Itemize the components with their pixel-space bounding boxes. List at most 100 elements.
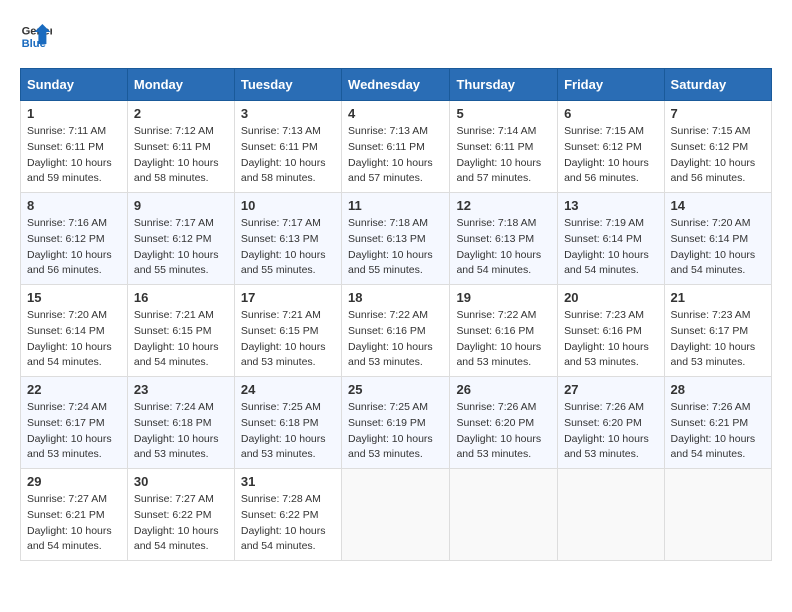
sunset-label: Sunset: 6:14 PM [564,233,642,245]
calendar-cell: 4 Sunrise: 7:13 AM Sunset: 6:11 PM Dayli… [342,101,450,193]
day-number: 14 [671,198,765,213]
daylight-label: Daylight: 10 hours and 54 minutes. [27,525,112,553]
day-number: 15 [27,290,121,305]
sunset-label: Sunset: 6:13 PM [241,233,319,245]
weekday-header: Friday [558,69,664,101]
calendar-cell: 13 Sunrise: 7:19 AM Sunset: 6:14 PM Dayl… [558,193,664,285]
sunrise-label: Sunrise: 7:13 AM [348,125,428,137]
daylight-label: Daylight: 10 hours and 54 minutes. [564,249,649,277]
day-info: Sunrise: 7:24 AM Sunset: 6:18 PM Dayligh… [134,400,228,463]
sunrise-label: Sunrise: 7:26 AM [564,401,644,413]
calendar-cell: 28 Sunrise: 7:26 AM Sunset: 6:21 PM Dayl… [664,377,771,469]
daylight-label: Daylight: 10 hours and 53 minutes. [27,433,112,461]
sunset-label: Sunset: 6:12 PM [564,141,642,153]
day-number: 9 [134,198,228,213]
daylight-label: Daylight: 10 hours and 53 minutes. [671,341,756,369]
day-number: 7 [671,106,765,121]
sunrise-label: Sunrise: 7:22 AM [456,309,536,321]
sunset-label: Sunset: 6:12 PM [27,233,105,245]
sunset-label: Sunset: 6:17 PM [27,417,105,429]
day-number: 19 [456,290,551,305]
calendar-cell: 29 Sunrise: 7:27 AM Sunset: 6:21 PM Dayl… [21,469,128,561]
sunrise-label: Sunrise: 7:17 AM [241,217,321,229]
day-info: Sunrise: 7:17 AM Sunset: 6:13 PM Dayligh… [241,216,335,279]
day-number: 3 [241,106,335,121]
calendar-cell: 24 Sunrise: 7:25 AM Sunset: 6:18 PM Dayl… [234,377,341,469]
daylight-label: Daylight: 10 hours and 54 minutes. [671,249,756,277]
sunset-label: Sunset: 6:16 PM [348,325,426,337]
weekday-header: Thursday [450,69,558,101]
day-number: 30 [134,474,228,489]
sunset-label: Sunset: 6:11 PM [27,141,104,153]
daylight-label: Daylight: 10 hours and 55 minutes. [348,249,433,277]
sunset-label: Sunset: 6:15 PM [134,325,212,337]
day-number: 12 [456,198,551,213]
sunset-label: Sunset: 6:14 PM [671,233,749,245]
calendar-week-row: 22 Sunrise: 7:24 AM Sunset: 6:17 PM Dayl… [21,377,772,469]
sunrise-label: Sunrise: 7:25 AM [348,401,428,413]
day-number: 17 [241,290,335,305]
sunset-label: Sunset: 6:20 PM [456,417,534,429]
day-info: Sunrise: 7:26 AM Sunset: 6:20 PM Dayligh… [564,400,657,463]
day-number: 10 [241,198,335,213]
day-number: 5 [456,106,551,121]
day-number: 20 [564,290,657,305]
sunrise-label: Sunrise: 7:21 AM [134,309,214,321]
day-info: Sunrise: 7:16 AM Sunset: 6:12 PM Dayligh… [27,216,121,279]
daylight-label: Daylight: 10 hours and 53 minutes. [241,341,326,369]
sunset-label: Sunset: 6:18 PM [241,417,319,429]
day-number: 21 [671,290,765,305]
calendar-cell: 18 Sunrise: 7:22 AM Sunset: 6:16 PM Dayl… [342,285,450,377]
sunset-label: Sunset: 6:11 PM [134,141,211,153]
day-info: Sunrise: 7:13 AM Sunset: 6:11 PM Dayligh… [348,124,443,187]
day-number: 6 [564,106,657,121]
calendar-cell: 31 Sunrise: 7:28 AM Sunset: 6:22 PM Dayl… [234,469,341,561]
calendar-cell: 3 Sunrise: 7:13 AM Sunset: 6:11 PM Dayli… [234,101,341,193]
calendar-table: SundayMondayTuesdayWednesdayThursdayFrid… [20,68,772,561]
day-number: 18 [348,290,443,305]
daylight-label: Daylight: 10 hours and 54 minutes. [134,341,219,369]
sunset-label: Sunset: 6:12 PM [671,141,749,153]
day-info: Sunrise: 7:23 AM Sunset: 6:16 PM Dayligh… [564,308,657,371]
daylight-label: Daylight: 10 hours and 53 minutes. [241,433,326,461]
calendar-cell: 21 Sunrise: 7:23 AM Sunset: 6:17 PM Dayl… [664,285,771,377]
day-number: 28 [671,382,765,397]
sunrise-label: Sunrise: 7:11 AM [27,125,106,137]
sunset-label: Sunset: 6:14 PM [27,325,105,337]
daylight-label: Daylight: 10 hours and 53 minutes. [134,433,219,461]
sunset-label: Sunset: 6:21 PM [27,509,105,521]
weekday-header: Sunday [21,69,128,101]
sunset-label: Sunset: 6:16 PM [564,325,642,337]
sunrise-label: Sunrise: 7:18 AM [456,217,536,229]
day-info: Sunrise: 7:15 AM Sunset: 6:12 PM Dayligh… [671,124,765,187]
sunrise-label: Sunrise: 7:15 AM [564,125,644,137]
sunrise-label: Sunrise: 7:23 AM [564,309,644,321]
day-info: Sunrise: 7:27 AM Sunset: 6:21 PM Dayligh… [27,492,121,555]
sunrise-label: Sunrise: 7:20 AM [671,217,751,229]
day-info: Sunrise: 7:28 AM Sunset: 6:22 PM Dayligh… [241,492,335,555]
daylight-label: Daylight: 10 hours and 56 minutes. [564,157,649,185]
day-info: Sunrise: 7:11 AM Sunset: 6:11 PM Dayligh… [27,124,121,187]
sunrise-label: Sunrise: 7:26 AM [456,401,536,413]
calendar-cell: 15 Sunrise: 7:20 AM Sunset: 6:14 PM Dayl… [21,285,128,377]
calendar-cell: 27 Sunrise: 7:26 AM Sunset: 6:20 PM Dayl… [558,377,664,469]
logo: General Blue [20,20,52,52]
day-info: Sunrise: 7:19 AM Sunset: 6:14 PM Dayligh… [564,216,657,279]
day-info: Sunrise: 7:14 AM Sunset: 6:11 PM Dayligh… [456,124,551,187]
sunrise-label: Sunrise: 7:25 AM [241,401,321,413]
sunset-label: Sunset: 6:13 PM [456,233,534,245]
day-info: Sunrise: 7:12 AM Sunset: 6:11 PM Dayligh… [134,124,228,187]
calendar-cell: 1 Sunrise: 7:11 AM Sunset: 6:11 PM Dayli… [21,101,128,193]
calendar-cell [450,469,558,561]
sunrise-label: Sunrise: 7:19 AM [564,217,644,229]
sunset-label: Sunset: 6:17 PM [671,325,749,337]
calendar-cell: 8 Sunrise: 7:16 AM Sunset: 6:12 PM Dayli… [21,193,128,285]
sunrise-label: Sunrise: 7:14 AM [456,125,536,137]
sunrise-label: Sunrise: 7:12 AM [134,125,214,137]
daylight-label: Daylight: 10 hours and 57 minutes. [348,157,433,185]
day-number: 24 [241,382,335,397]
calendar-week-row: 29 Sunrise: 7:27 AM Sunset: 6:21 PM Dayl… [21,469,772,561]
daylight-label: Daylight: 10 hours and 55 minutes. [241,249,326,277]
daylight-label: Daylight: 10 hours and 53 minutes. [564,433,649,461]
sunset-label: Sunset: 6:20 PM [564,417,642,429]
